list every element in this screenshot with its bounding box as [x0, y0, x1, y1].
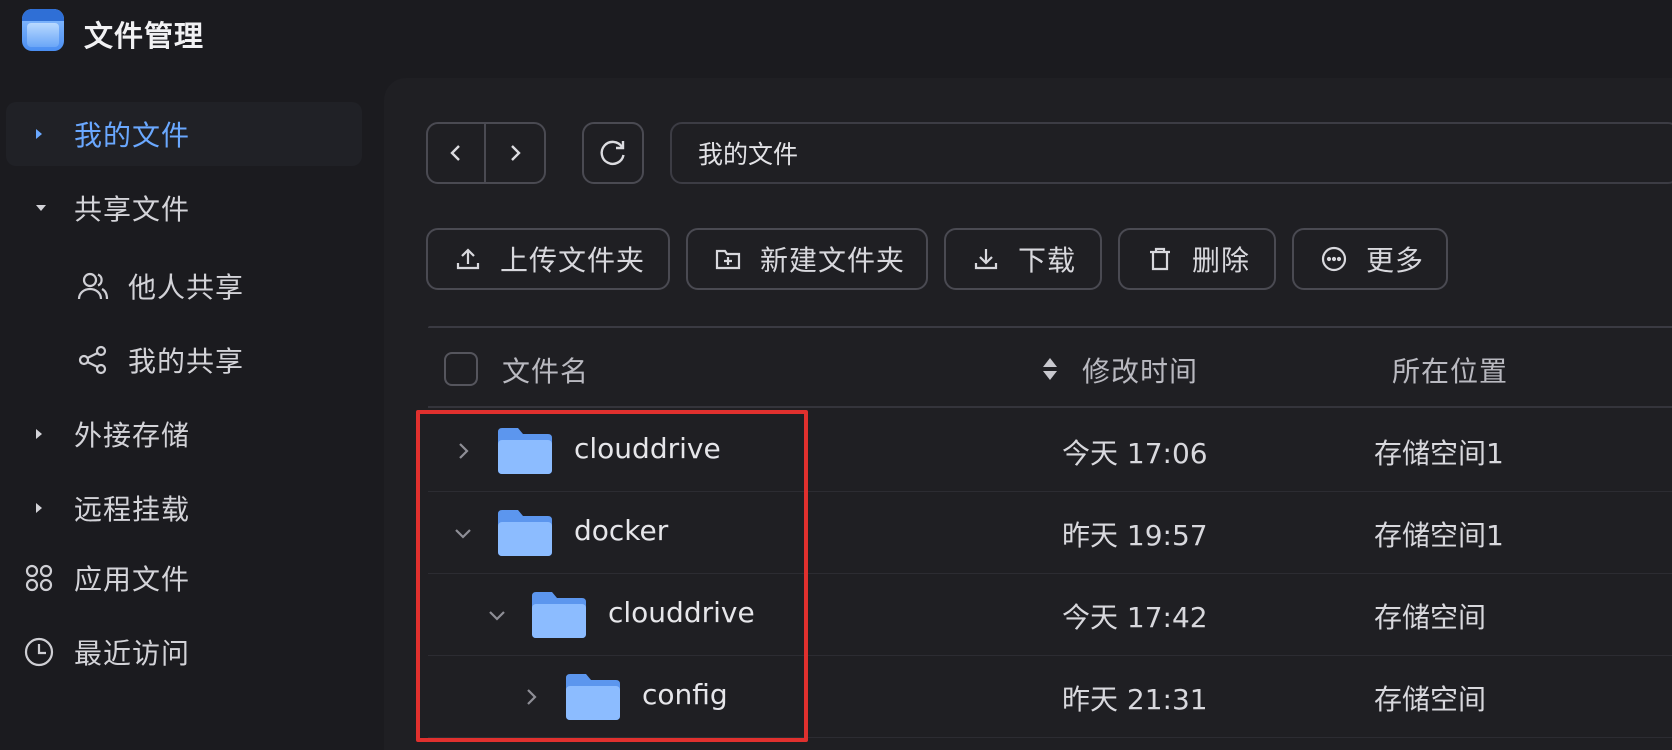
row-modified: 今天 17:42 — [1062, 601, 1208, 634]
more-icon — [1321, 246, 1347, 272]
apps-icon — [25, 564, 53, 592]
caret-right-icon — [36, 503, 42, 513]
upload-icon — [456, 248, 480, 270]
sidebar-item-app-files[interactable]: 应用文件 — [6, 546, 362, 610]
more-button[interactable]: 更多 — [1292, 228, 1448, 290]
row-location: 存储空间1 — [1374, 519, 1504, 552]
row-modified: 昨天 19:57 — [1062, 519, 1208, 552]
upload-folder-label: 上传文件夹 — [500, 244, 646, 277]
delete-label: 删除 — [1192, 244, 1251, 277]
sidebar-item-label: 外接存储 — [74, 419, 191, 452]
chevron-left-icon — [450, 145, 460, 161]
download-icon — [974, 249, 998, 270]
users-icon — [77, 272, 109, 300]
share-icon — [78, 345, 107, 375]
sort-icon[interactable] — [1040, 352, 1060, 386]
sidebar: 我的文件 共享文件 他人共享 我的共享 外接存储 远程挂载 应用文件 最近访问 — [0, 62, 382, 750]
refresh-icon — [600, 140, 625, 166]
sidebar-item-remote-mount[interactable]: 远程挂载 — [6, 476, 362, 540]
sidebar-item-shared-files[interactable]: 共享文件 — [6, 176, 362, 240]
path-bar[interactable]: 我的文件 — [670, 122, 1672, 184]
refresh-button[interactable] — [582, 122, 644, 184]
history-nav — [426, 122, 546, 184]
caret-right-icon — [36, 429, 42, 439]
column-modified[interactable]: 修改时间 — [1082, 350, 1198, 390]
column-name[interactable]: 文件名 — [502, 350, 589, 390]
column-location[interactable]: 所在位置 — [1392, 350, 1508, 390]
sidebar-item-my-files[interactable]: 我的文件 — [6, 102, 362, 166]
sidebar-item-external-storage[interactable]: 外接存储 — [6, 402, 362, 466]
sidebar-item-label: 他人共享 — [128, 271, 245, 304]
path-text: 我的文件 — [698, 140, 799, 169]
app-title: 文件管理 — [84, 19, 205, 53]
sidebar-item-label: 我的文件 — [74, 119, 191, 152]
back-button[interactable] — [428, 124, 486, 182]
row-location: 存储空间1 — [1374, 437, 1504, 470]
new-folder-button[interactable]: 新建文件夹 — [686, 228, 928, 290]
sidebar-item-label: 应用文件 — [74, 563, 191, 596]
sidebar-item-label: 我的共享 — [128, 345, 245, 378]
new-folder-icon — [715, 249, 741, 270]
download-button[interactable]: 下载 — [944, 228, 1102, 290]
trash-icon — [1150, 247, 1170, 271]
forward-button[interactable] — [486, 124, 544, 182]
table-header: 文件名 修改时间 所在位置 — [428, 328, 1672, 408]
sidebar-item-label: 远程挂载 — [74, 493, 191, 526]
file-manager-app-icon — [22, 9, 64, 51]
new-folder-label: 新建文件夹 — [760, 244, 906, 277]
sidebar-item-recent[interactable]: 最近访问 — [6, 620, 362, 684]
delete-button[interactable]: 删除 — [1118, 228, 1276, 290]
caret-down-icon — [36, 205, 46, 211]
row-modified: 今天 17:06 — [1062, 437, 1208, 470]
select-all-checkbox[interactable] — [444, 352, 478, 386]
upload-folder-button[interactable]: 上传文件夹 — [426, 228, 670, 290]
title-bar: 文件管理 — [0, 0, 1672, 62]
sidebar-item-my-shares[interactable]: 我的共享 — [6, 328, 362, 392]
download-label: 下载 — [1018, 244, 1077, 277]
row-modified: 昨天 21:31 — [1062, 683, 1208, 716]
row-location: 存储空间 — [1374, 683, 1487, 716]
row-location: 存储空间 — [1374, 601, 1487, 634]
highlight-box — [416, 410, 808, 742]
sidebar-item-label: 共享文件 — [74, 193, 191, 226]
chevron-right-icon — [511, 145, 521, 161]
caret-right-icon — [36, 129, 42, 139]
clock-icon — [24, 637, 54, 667]
sidebar-item-label: 最近访问 — [74, 637, 191, 670]
more-label: 更多 — [1366, 244, 1425, 277]
sidebar-item-shared-with-me[interactable]: 他人共享 — [6, 254, 362, 318]
